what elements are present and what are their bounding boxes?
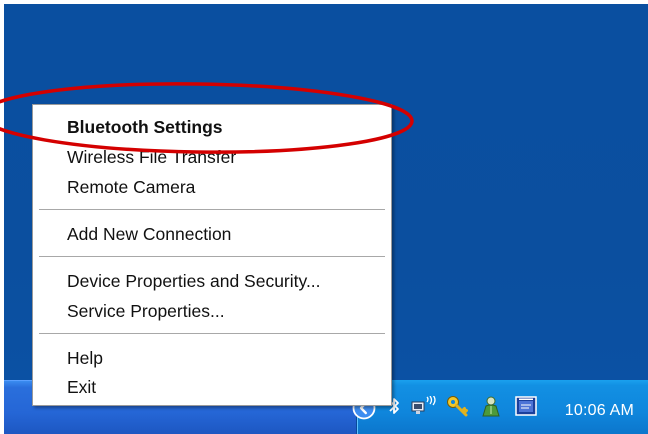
menu-item-bluetooth-settings[interactable]: Bluetooth Settings — [33, 113, 391, 141]
menu-separator — [39, 256, 385, 257]
menu-item-add-new-connection[interactable]: Add New Connection — [33, 220, 391, 248]
key-icon[interactable] — [446, 396, 470, 417]
menu-item-service-properties[interactable]: Service Properties... — [33, 297, 391, 325]
menu-item-remote-camera[interactable]: Remote Camera — [33, 173, 391, 201]
menu-item-wireless-file-transfer[interactable]: Wireless File Transfer — [33, 143, 391, 171]
user-icon[interactable] — [480, 396, 502, 417]
menu-separator — [39, 209, 385, 210]
menu-separator — [39, 333, 385, 334]
taskbar-clock[interactable]: 10:06 AM — [565, 402, 634, 420]
menu-item-help[interactable]: Help — [33, 344, 391, 372]
bluetooth-context-menu: Bluetooth Settings Wireless File Transfe… — [32, 104, 392, 406]
menu-item-exit[interactable]: Exit — [33, 373, 391, 401]
wireless-network-icon[interactable] — [410, 396, 438, 416]
app-window-icon[interactable] — [514, 396, 538, 416]
menu-item-device-properties-and-security[interactable]: Device Properties and Security... — [33, 267, 391, 295]
